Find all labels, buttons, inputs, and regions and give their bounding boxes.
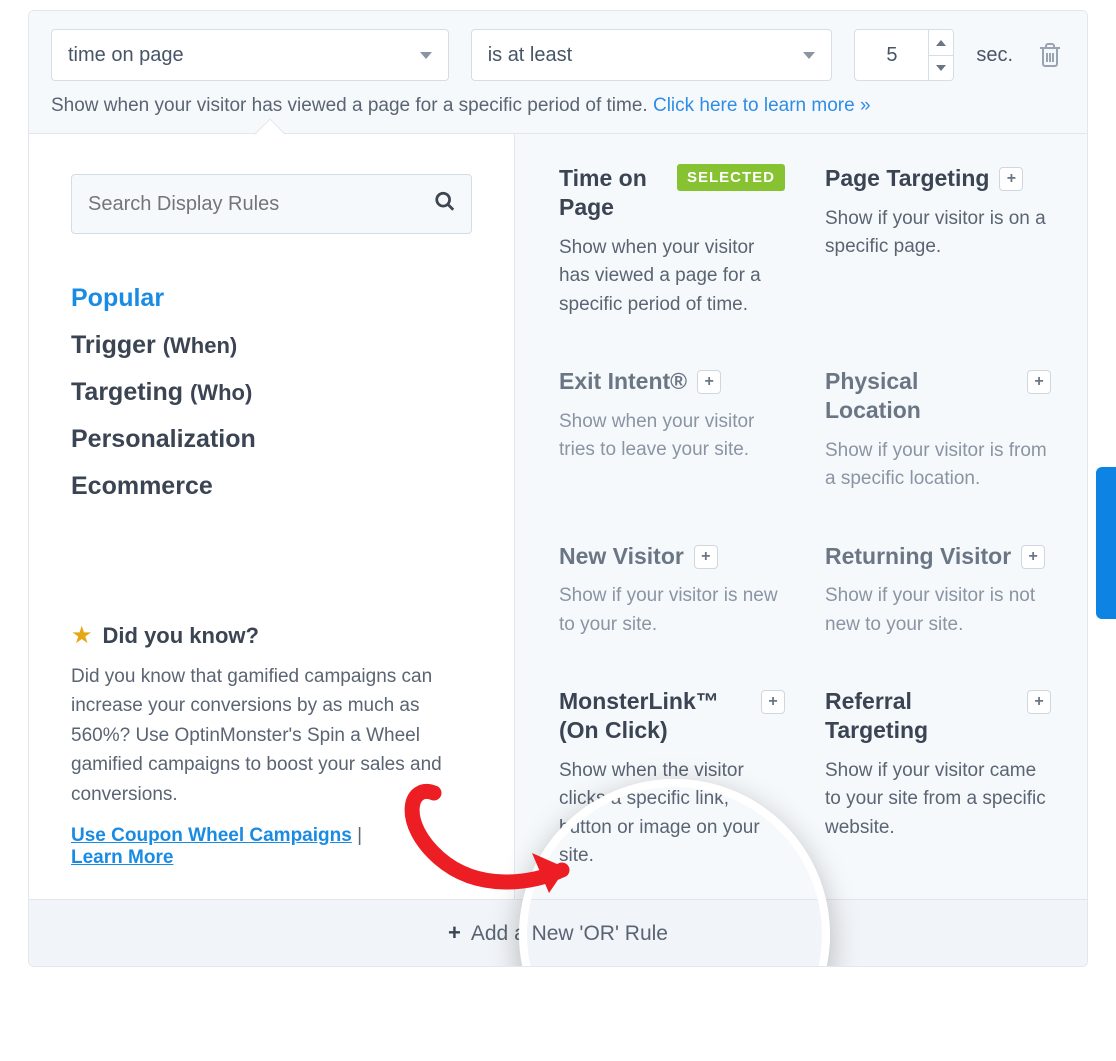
add-icon[interactable]: + [761,690,785,714]
rule-title: Referral Targeting [825,687,1017,745]
add-or-rule-button[interactable]: + Add a New 'OR' Rule [29,899,1087,966]
rule-desc: Show when your visitor tries to leave yo… [559,408,785,465]
caret-down-icon [936,65,946,71]
stepper-down-button[interactable] [929,55,953,80]
add-icon[interactable]: + [697,370,721,394]
add-icon[interactable]: + [694,545,718,569]
rule-type-value: time on page [68,44,184,67]
rule-monsterlink[interactable]: MonsterLink™ (On Click) + Show when the … [559,687,785,871]
rule-title: MonsterLink™ (On Click) [559,687,751,745]
rule-desc: Show if your visitor came to your site f… [825,757,1051,843]
delete-rule-button[interactable] [1035,39,1065,71]
search-icon [434,191,456,218]
rule-title: Returning Visitor [825,542,1011,571]
sidebar: Popular Trigger (When) Targeting (Who) P… [29,134,515,899]
rules-list: Time on Page SELECTED Show when your vis… [515,134,1087,899]
helper-text: Show when your visitor has viewed a page… [51,95,1065,117]
quantity-stepper [854,29,954,81]
unit-label: sec. [976,44,1013,67]
footer-label: Add a New 'OR' Rule [471,922,668,945]
add-icon[interactable]: + [1027,370,1051,394]
dyk-title: Did you know? [103,623,259,649]
rule-referral-targeting[interactable]: Referral Targeting + Show if your visito… [825,687,1051,871]
rule-title: Page Targeting [825,164,989,193]
rule-title: Exit Intent® [559,367,687,396]
plus-icon: + [448,920,461,945]
star-icon: ★ [71,621,93,650]
rule-desc: Show if your visitor is not new to your … [825,582,1051,639]
category-personalization[interactable]: Personalization [71,425,472,454]
rule-exit-intent[interactable]: Exit Intent® + Show when your visitor tr… [559,367,785,494]
add-icon[interactable]: + [999,167,1023,191]
chevron-down-icon [420,52,432,59]
rule-title: New Visitor [559,542,684,571]
did-you-know: ★ Did you know? Did you know that gamifi… [71,621,472,869]
rule-title: Time on Page [559,164,667,222]
stepper-up-button[interactable] [929,30,953,55]
rule-desc: Show if your visitor is on a specific pa… [825,205,1051,262]
rule-operator-value: is at least [488,44,572,67]
rule-operator-select[interactable]: is at least [471,29,833,81]
search-input[interactable] [71,174,472,234]
dyk-body: Did you know that gamified campaigns can… [71,662,472,809]
rule-returning-visitor[interactable]: Returning Visitor + Show if your visitor… [825,542,1051,640]
stepper-input[interactable] [855,30,928,80]
dyk-learn-more-link[interactable]: Learn More [71,847,173,868]
rule-time-on-page[interactable]: Time on Page SELECTED Show when your vis… [559,164,785,319]
trash-icon [1039,43,1061,67]
rule-type-select[interactable]: time on page [51,29,449,81]
add-icon[interactable]: + [1027,690,1051,714]
caret-up-icon [936,40,946,46]
rule-new-visitor[interactable]: New Visitor + Show if your visitor is ne… [559,542,785,640]
category-popular[interactable]: Popular [71,284,472,313]
dyk-links: Use Coupon Wheel Campaigns | Learn More [71,825,472,869]
category-targeting[interactable]: Targeting (Who) [71,378,472,407]
rule-title: Physical Location [825,367,1017,425]
rule-desc: Show when the visitor clicks a specific … [559,757,785,871]
rule-physical-location[interactable]: Physical Location + Show if your visitor… [825,367,1051,494]
selected-badge: SELECTED [677,164,785,191]
dyk-coupon-link[interactable]: Use Coupon Wheel Campaigns [71,825,352,846]
rule-page-targeting[interactable]: Page Targeting + Show if your visitor is… [825,164,1051,319]
rule-desc: Show if your visitor is new to your site… [559,582,785,639]
panels-wrapper: Popular Trigger (When) Targeting (Who) P… [29,134,1087,899]
learn-more-link[interactable]: Click here to learn more » [653,95,871,116]
add-icon[interactable]: + [1021,545,1045,569]
feedback-tab[interactable] [1096,467,1116,619]
category-trigger[interactable]: Trigger (When) [71,331,472,360]
current-rule-bar: time on page is at least sec. [29,11,1087,134]
category-ecommerce[interactable]: Ecommerce [71,472,472,501]
chevron-down-icon [803,52,815,59]
category-list: Popular Trigger (When) Targeting (Who) P… [71,284,472,501]
rules-panel: time on page is at least sec. [28,10,1088,967]
rule-desc: Show when your visitor has viewed a page… [559,234,785,320]
rule-desc: Show if your visitor is from a specific … [825,437,1051,494]
